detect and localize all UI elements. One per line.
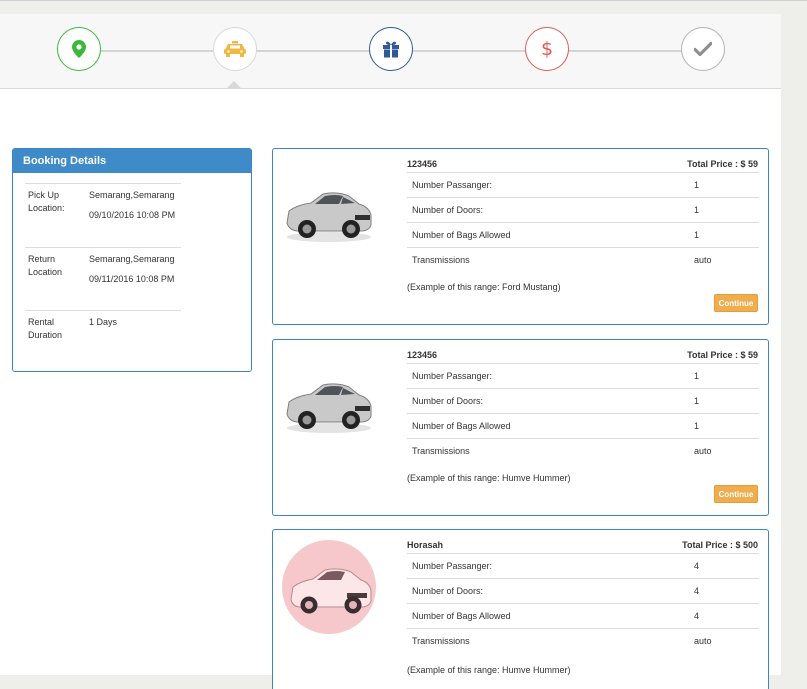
- car-example-text: (Example of this range: Ford Mustang): [407, 282, 561, 292]
- spec-label: Transmissions: [412, 446, 470, 456]
- duration-label: Rental Duration: [28, 317, 63, 340]
- spec-value: auto: [694, 255, 712, 265]
- car-specs-table: Number Passanger: 4 Number of Doors: 4 N…: [407, 553, 759, 653]
- spec-label: Number Passanger:: [412, 180, 493, 190]
- spec-label: Number of Bags Allowed: [412, 230, 511, 240]
- car-name: Horasah: [407, 540, 444, 550]
- spec-label: Transmissions: [412, 255, 470, 265]
- step-car[interactable]: [213, 27, 257, 71]
- spec-row: Number of Bags Allowed 4: [407, 603, 759, 628]
- spec-row: Number Passanger: 4: [407, 553, 759, 578]
- spec-row: Number of Doors: 1: [407, 197, 759, 222]
- active-step-pointer: [227, 81, 241, 88]
- return-datetime: 09/11/2016 10:08 PM: [89, 274, 175, 284]
- car-image: [286, 192, 372, 242]
- pickup-row: Pick Up Location: Semarang,Semarang 09/1…: [28, 189, 181, 249]
- return-label: Return Location: [28, 254, 63, 277]
- map-marker-icon: [72, 40, 86, 58]
- spec-row: Transmissions auto: [407, 628, 759, 653]
- dollar-icon: $: [540, 38, 554, 60]
- car-option-card: Horasah Total Price : $ 500 Number Passa…: [272, 529, 769, 689]
- spec-value: 1: [694, 421, 700, 431]
- spec-row: Number of Bags Allowed 1: [407, 413, 759, 438]
- return-row: Return Location Semarang,Semarang 09/11/…: [28, 253, 181, 303]
- spec-value: auto: [694, 636, 712, 646]
- spec-label: Transmissions: [412, 636, 470, 646]
- spec-value: 4: [694, 611, 700, 621]
- step-payment[interactable]: $: [525, 27, 569, 71]
- spec-label: Number of Bags Allowed: [412, 421, 511, 431]
- booking-details-panel: Booking Details Pick Up Location: Semara…: [12, 148, 252, 372]
- spec-value: auto: [694, 446, 712, 456]
- spec-label: Number of Bags Allowed: [412, 611, 511, 621]
- spec-row: Transmissions auto: [407, 247, 759, 272]
- spec-value: 1: [694, 371, 700, 381]
- car-option-card: 123456 Total Price : $ 59 Number Passang…: [272, 148, 769, 325]
- car-image: [282, 540, 376, 634]
- spec-value: 4: [694, 586, 700, 596]
- spec-row: Transmissions auto: [407, 438, 759, 463]
- booking-details-title: Booking Details: [13, 149, 251, 173]
- step-location[interactable]: [57, 27, 101, 71]
- spec-row: Number Passanger: 1: [407, 363, 759, 388]
- car-image: [286, 383, 372, 433]
- booking-divider: [25, 183, 181, 184]
- spec-label: Number Passanger:: [412, 561, 493, 571]
- spec-row: Number of Bags Allowed 1: [407, 222, 759, 247]
- car-total-price: Total Price : $ 59: [687, 159, 758, 169]
- spec-value: 1: [694, 396, 700, 406]
- spec-label: Number of Doors:: [412, 586, 484, 596]
- window-top-border: [0, 0, 807, 1]
- spec-row: Number of Doors: 1: [407, 388, 759, 413]
- gift-icon: [383, 41, 399, 58]
- pickup-datetime: 09/10/2016 10:08 PM: [89, 210, 176, 220]
- spec-label: Number of Doors:: [412, 396, 484, 406]
- spec-value: 1: [694, 230, 700, 240]
- spec-label: Number Passanger:: [412, 371, 493, 381]
- car-option-card: 123456 Total Price : $ 59 Number Passang…: [272, 339, 769, 516]
- taxi-icon: [224, 41, 246, 57]
- continue-button[interactable]: Continue: [714, 294, 758, 312]
- car-name: 123456: [407, 159, 438, 169]
- car-name: 123456: [407, 350, 438, 360]
- step-extras[interactable]: [369, 27, 413, 71]
- car-total-price: Total Price : $ 59: [687, 350, 758, 360]
- car-example-text: (Example of this range: Humve Hummer): [407, 665, 571, 675]
- spec-value: 4: [694, 561, 700, 571]
- booking-divider: [25, 247, 181, 248]
- car-total-price: Total Price : $ 500: [682, 540, 758, 550]
- car-example-text: (Example of this range: Humve Hummer): [407, 473, 571, 483]
- spec-value: 1: [694, 180, 700, 190]
- duration-row: Rental Duration 1 Days: [28, 316, 181, 346]
- car-specs-table: Number Passanger: 1 Number of Doors: 1 N…: [407, 363, 759, 463]
- continue-button[interactable]: Continue: [714, 485, 758, 503]
- pickup-location: Semarang,Semarang: [89, 190, 175, 200]
- pickup-label: Pick Up Location:: [28, 190, 65, 213]
- booking-steps: $: [0, 14, 781, 89]
- spec-label: Number of Doors:: [412, 205, 484, 215]
- booking-page: $ Booking Details Pick Up Location: Sema…: [0, 14, 781, 689]
- duration-value: 1 Days: [89, 317, 118, 327]
- car-specs-table: Number Passanger: 1 Number of Doors: 1 N…: [407, 172, 759, 272]
- spec-value: 1: [694, 205, 700, 215]
- booking-divider: [25, 310, 181, 311]
- return-location: Semarang,Semarang: [89, 254, 175, 264]
- spec-row: Number of Doors: 4: [407, 578, 759, 603]
- check-icon: [694, 42, 712, 56]
- step-confirm[interactable]: [681, 27, 725, 71]
- spec-row: Number Passanger: 1: [407, 172, 759, 197]
